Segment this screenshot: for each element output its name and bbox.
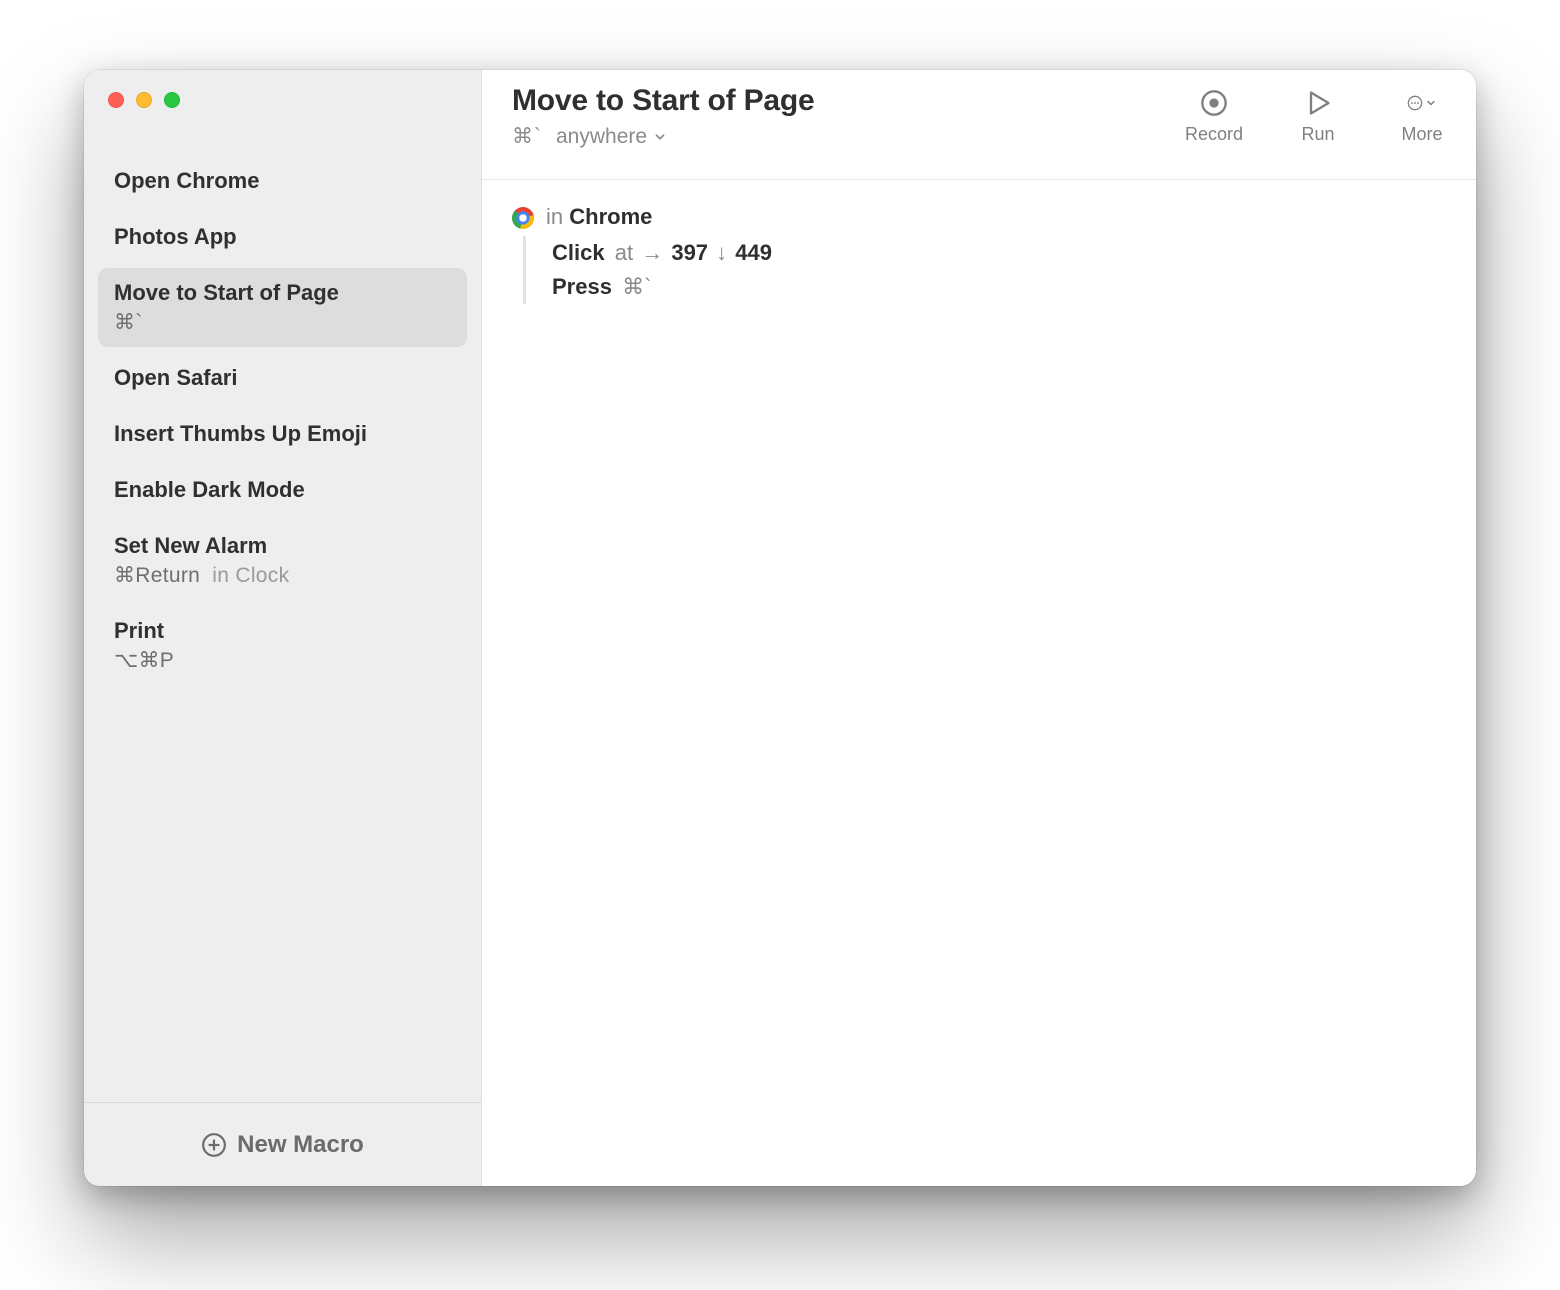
trigger-text: in Chrome (546, 204, 652, 230)
scope-dropdown-label: anywhere (556, 125, 647, 149)
arrow-down-icon: ↓ (714, 240, 729, 266)
sidebar: Open Chrome Photos App Move to Start of … (84, 70, 482, 1186)
title-block: Move to Start of Page ⌘` anywhere (512, 84, 815, 149)
macro-item-enable-dark-mode[interactable]: Enable Dark Mode (98, 465, 467, 515)
step-x: 397 (671, 240, 708, 265)
step-action: Click (552, 240, 605, 265)
chrome-icon (512, 207, 534, 229)
macro-item-title: Set New Alarm (114, 533, 451, 559)
header-shortcut: ⌘` (512, 124, 542, 149)
trigger-row[interactable]: in Chrome (512, 204, 1446, 230)
window-traffic-lights (108, 92, 180, 108)
topbar: Move to Start of Page ⌘` anywhere (482, 70, 1476, 180)
run-label: Run (1301, 124, 1334, 145)
record-label: Record (1185, 124, 1243, 145)
step-click[interactable]: Click at → 397 ↓ 449 (552, 240, 1446, 266)
steps-list: Click at → 397 ↓ 449 Press ⌘` (523, 236, 1446, 304)
macro-item-title: Photos App (114, 224, 451, 250)
macro-item-shortcut: ⌥⌘P (114, 648, 451, 673)
step-keys: ⌘` (622, 274, 651, 299)
macro-item-insert-thumbs-up-emoji[interactable]: Insert Thumbs Up Emoji (98, 409, 467, 459)
record-button[interactable]: Record (1182, 88, 1246, 145)
window-close-button[interactable] (108, 92, 124, 108)
step-press[interactable]: Press ⌘` (552, 274, 1446, 300)
plus-circle-icon (201, 1132, 227, 1158)
macro-item-open-chrome[interactable]: Open Chrome (98, 156, 467, 206)
macro-item-photos-app[interactable]: Photos App (98, 212, 467, 262)
more-button[interactable]: More (1390, 88, 1454, 145)
trigger-in-label: in (546, 204, 563, 229)
run-button[interactable]: Run (1286, 88, 1350, 145)
app-window: Open Chrome Photos App Move to Start of … (84, 70, 1476, 1186)
macro-item-print[interactable]: Print ⌥⌘P (98, 606, 467, 685)
macro-list: Open Chrome Photos App Move to Start of … (84, 156, 481, 685)
macro-item-move-to-start-of-page[interactable]: Move to Start of Page ⌘` (98, 268, 467, 347)
toolbar-actions: Record Run (1182, 84, 1454, 145)
subtitle-row: ⌘` anywhere (512, 124, 815, 149)
macro-item-subtitle: ⌘Return in Clock (114, 563, 451, 588)
scope-dropdown[interactable]: anywhere (556, 125, 667, 149)
chevron-down-icon (653, 130, 667, 144)
macro-item-scope: in Clock (212, 564, 289, 587)
macro-item-title: Insert Thumbs Up Emoji (114, 421, 451, 447)
more-label: More (1401, 124, 1442, 145)
play-icon (1303, 88, 1333, 118)
macro-item-title: Enable Dark Mode (114, 477, 451, 503)
macro-item-set-new-alarm[interactable]: Set New Alarm ⌘Return in Clock (98, 521, 467, 600)
ellipsis-circle-icon (1407, 88, 1437, 118)
macro-item-title: Move to Start of Page (114, 280, 451, 306)
macro-item-shortcut: ⌘Return (114, 564, 200, 587)
step-at-label: at (615, 240, 633, 265)
step-action: Press (552, 274, 612, 299)
new-macro-label: New Macro (237, 1131, 364, 1159)
macro-item-open-safari[interactable]: Open Safari (98, 353, 467, 403)
macro-item-title: Print (114, 618, 451, 644)
page-title: Move to Start of Page (512, 84, 815, 118)
macro-content: in Chrome Click at → 397 ↓ 449 (482, 180, 1476, 1186)
window-minimize-button[interactable] (136, 92, 152, 108)
arrow-right-icon: → (639, 240, 665, 266)
record-icon (1199, 88, 1229, 118)
macro-item-title: Open Chrome (114, 168, 451, 194)
step-y: 449 (735, 240, 772, 265)
new-macro-button[interactable]: New Macro (84, 1102, 481, 1186)
main-panel: Move to Start of Page ⌘` anywhere (482, 70, 1476, 1186)
trigger-app-name: Chrome (569, 204, 652, 229)
macro-item-title: Open Safari (114, 365, 451, 391)
macro-item-shortcut: ⌘` (114, 310, 451, 335)
chevron-down-icon (1425, 93, 1437, 114)
window-zoom-button[interactable] (164, 92, 180, 108)
